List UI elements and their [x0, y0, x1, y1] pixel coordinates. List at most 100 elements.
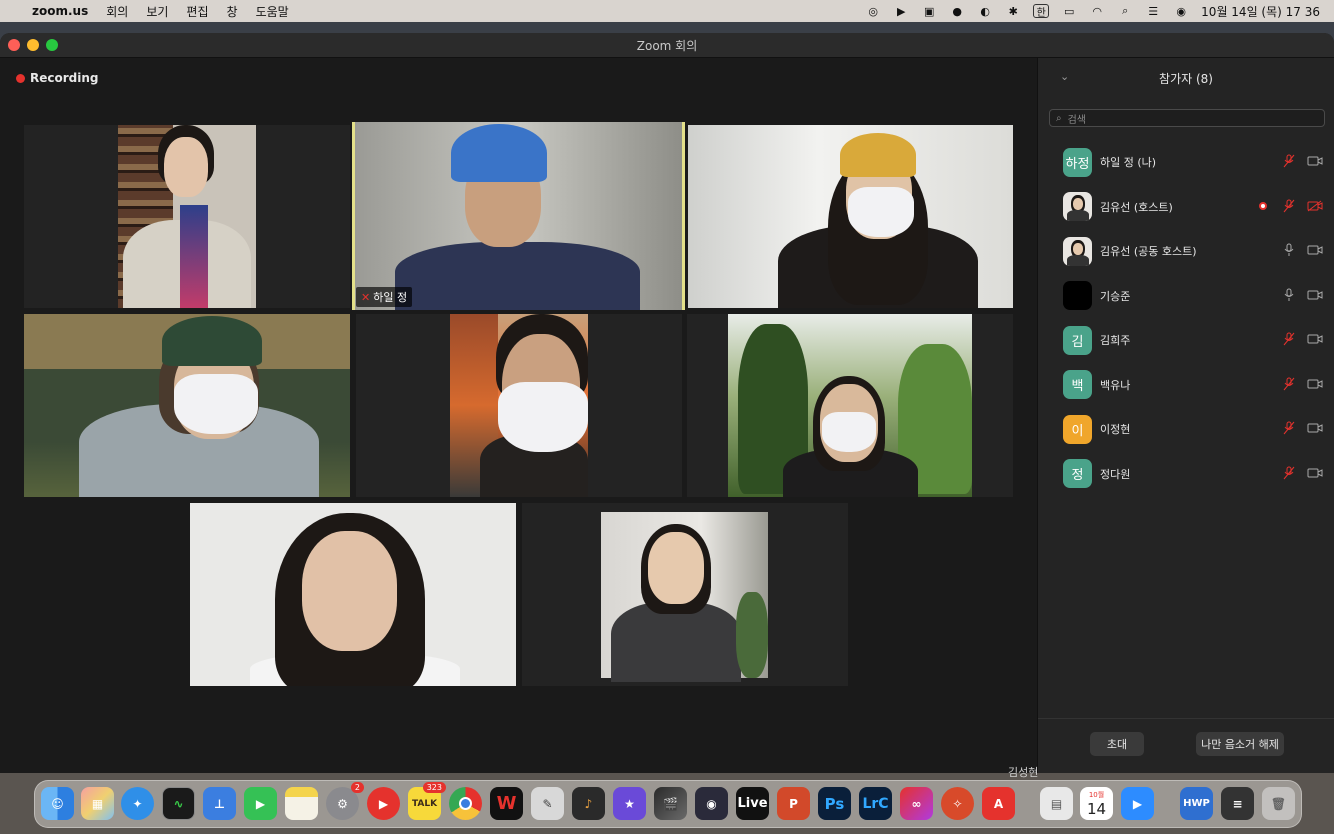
- participant-avatar: 백: [1063, 370, 1092, 400]
- hwp-icon[interactable]: HWP: [1180, 787, 1213, 820]
- notification-badge: 2: [350, 782, 364, 793]
- participant-name: 김유선 (호스트): [1100, 200, 1173, 214]
- davinci-resolve-icon[interactable]: ◉: [695, 787, 728, 820]
- participant-row[interactable]: 이 이정현: [1038, 407, 1334, 452]
- zoom-status-icon[interactable]: ▣: [921, 4, 937, 18]
- safari-icon[interactable]: ✦: [121, 787, 154, 820]
- imovie-icon[interactable]: ★: [613, 787, 646, 820]
- ableton-live-icon[interactable]: Live: [736, 787, 769, 820]
- muted-mic-icon[interactable]: [1281, 421, 1297, 435]
- muted-mic-icon[interactable]: [1281, 332, 1297, 346]
- muted-mic-icon[interactable]: [1281, 466, 1297, 480]
- menu-meeting[interactable]: 회의: [106, 3, 128, 20]
- participant-name: 김유선 (공동 호스트): [1100, 245, 1197, 259]
- menu-help[interactable]: 도움말: [256, 3, 289, 20]
- collapse-chevron-icon[interactable]: ⌄: [1060, 70, 1069, 83]
- notes-icon[interactable]: [285, 787, 318, 820]
- participants-list: 하정 하일 정 (나) 김유선 (호스트) 김유선 (공동 호스트) 기승준 김…: [1038, 140, 1334, 496]
- muted-mic-icon[interactable]: [1281, 377, 1297, 391]
- powerpoint-icon[interactable]: P: [777, 787, 810, 820]
- video-tile-7[interactable]: [190, 503, 516, 686]
- siri-icon[interactable]: ◉: [1173, 4, 1189, 18]
- wifi-icon[interactable]: ◠: [1089, 4, 1105, 18]
- calendar-icon[interactable]: 10월 14: [1080, 787, 1113, 820]
- video-tile-active-speaker[interactable]: ✕ 하일 정: [352, 122, 685, 310]
- photoshop-icon[interactable]: Ps: [818, 787, 851, 820]
- gallery-view: Recording ✕ 하일 정: [0, 58, 1037, 773]
- lightroom-classic-icon[interactable]: LrC: [859, 787, 892, 820]
- keynote-icon[interactable]: ⊥: [203, 787, 236, 820]
- minimize-window-button[interactable]: [27, 39, 39, 51]
- creative-cloud-status-icon[interactable]: ◎: [865, 4, 881, 18]
- calendar-month: 10월: [1088, 790, 1105, 799]
- participant-row[interactable]: 김유선 (공동 호스트): [1038, 229, 1334, 274]
- chrome-icon[interactable]: [449, 787, 482, 820]
- trash-icon[interactable]: 🗑: [1262, 787, 1295, 820]
- video-camera-icon[interactable]: [1307, 288, 1323, 302]
- video-tile-1[interactable]: [24, 125, 350, 308]
- creative-cloud-icon[interactable]: ∞: [900, 787, 933, 820]
- participant-row[interactable]: 백 백유나: [1038, 363, 1334, 408]
- participant-row[interactable]: 기승준: [1038, 274, 1334, 319]
- video-tile-8[interactable]: [522, 503, 848, 686]
- video-tile-5[interactable]: [356, 314, 682, 497]
- muted-mic-icon[interactable]: [1281, 199, 1297, 213]
- menu-edit[interactable]: 편집: [186, 3, 208, 20]
- muted-mic-icon[interactable]: [1281, 154, 1297, 168]
- video-camera-icon[interactable]: [1307, 421, 1323, 435]
- participant-row[interactable]: 정 정다원: [1038, 452, 1334, 497]
- play-status-icon[interactable]: ▶: [893, 4, 909, 18]
- system-preferences-icon[interactable]: ⚙ 2: [326, 782, 364, 820]
- final-cut-pro-icon[interactable]: 🎬: [654, 787, 687, 820]
- control-center-icon[interactable]: ☰: [1145, 4, 1161, 18]
- close-window-button[interactable]: [8, 39, 20, 51]
- participants-search-input[interactable]: ⌕ 검색: [1049, 109, 1325, 127]
- menu-view[interactable]: 보기: [146, 3, 168, 20]
- participant-row[interactable]: 하정 하일 정 (나): [1038, 140, 1334, 185]
- participant-avatar: 하정: [1063, 147, 1092, 177]
- participant-avatar: [1063, 281, 1092, 311]
- launchpad-icon[interactable]: ▦: [81, 787, 114, 820]
- mic-icon[interactable]: [1281, 288, 1297, 302]
- monitor-status-icon[interactable]: ◐: [977, 4, 993, 18]
- fullscreen-window-button[interactable]: [46, 39, 58, 51]
- menubar-clock[interactable]: 10월 14일 (목) 17 36: [1201, 3, 1320, 20]
- participant-name: 기승준: [1100, 289, 1131, 303]
- facetime-icon[interactable]: ▶: [244, 787, 277, 820]
- preview-icon[interactable]: ▤: [1040, 787, 1073, 820]
- acrobat-icon[interactable]: A: [982, 787, 1015, 820]
- youtube-icon[interactable]: ▶: [367, 787, 400, 820]
- compass-icon[interactable]: ✧: [941, 787, 974, 820]
- video-off-icon[interactable]: [1307, 199, 1323, 213]
- video-tile-4[interactable]: [24, 314, 350, 497]
- video-camera-icon[interactable]: [1307, 377, 1323, 391]
- video-camera-icon[interactable]: [1307, 332, 1323, 346]
- video-camera-icon[interactable]: [1307, 154, 1323, 168]
- invite-button[interactable]: 초대: [1090, 732, 1144, 756]
- video-tile-3[interactable]: [688, 125, 1013, 308]
- finder-icon[interactable]: ☺: [41, 787, 74, 820]
- textedit-icon[interactable]: ≡: [1221, 787, 1254, 820]
- battery-icon[interactable]: ▭: [1061, 4, 1077, 18]
- video-camera-icon[interactable]: [1307, 466, 1323, 480]
- activity-monitor-icon[interactable]: ∿: [162, 787, 195, 820]
- input-source-icon[interactable]: 한: [1033, 4, 1050, 19]
- spotlight-search-icon[interactable]: ⌕: [1117, 4, 1133, 18]
- participant-row[interactable]: 김유선 (호스트): [1038, 185, 1334, 230]
- zoom-icon[interactable]: ▶: [1121, 787, 1154, 820]
- video-camera-icon[interactable]: [1307, 243, 1323, 257]
- w-app-icon[interactable]: W: [490, 787, 523, 820]
- menu-app-name[interactable]: zoom.us: [32, 4, 88, 18]
- script-editor-icon[interactable]: ✎: [531, 787, 564, 820]
- menu-window[interactable]: 창: [227, 3, 238, 20]
- bluetooth-icon[interactable]: ✱: [1005, 4, 1021, 18]
- notification-badge: 323: [422, 782, 446, 793]
- video-tile-6[interactable]: [687, 314, 1013, 497]
- participant-row[interactable]: 김 김희주: [1038, 318, 1334, 363]
- recording-indicator[interactable]: Recording: [16, 71, 99, 85]
- kakaotalk-icon[interactable]: TALK 323: [408, 782, 446, 820]
- mic-icon[interactable]: [1281, 243, 1297, 257]
- garageband-icon[interactable]: ♪: [572, 787, 605, 820]
- unmute-me-button[interactable]: 나만 음소거 해제: [1196, 732, 1284, 756]
- kakao-status-icon[interactable]: ●: [949, 4, 965, 18]
